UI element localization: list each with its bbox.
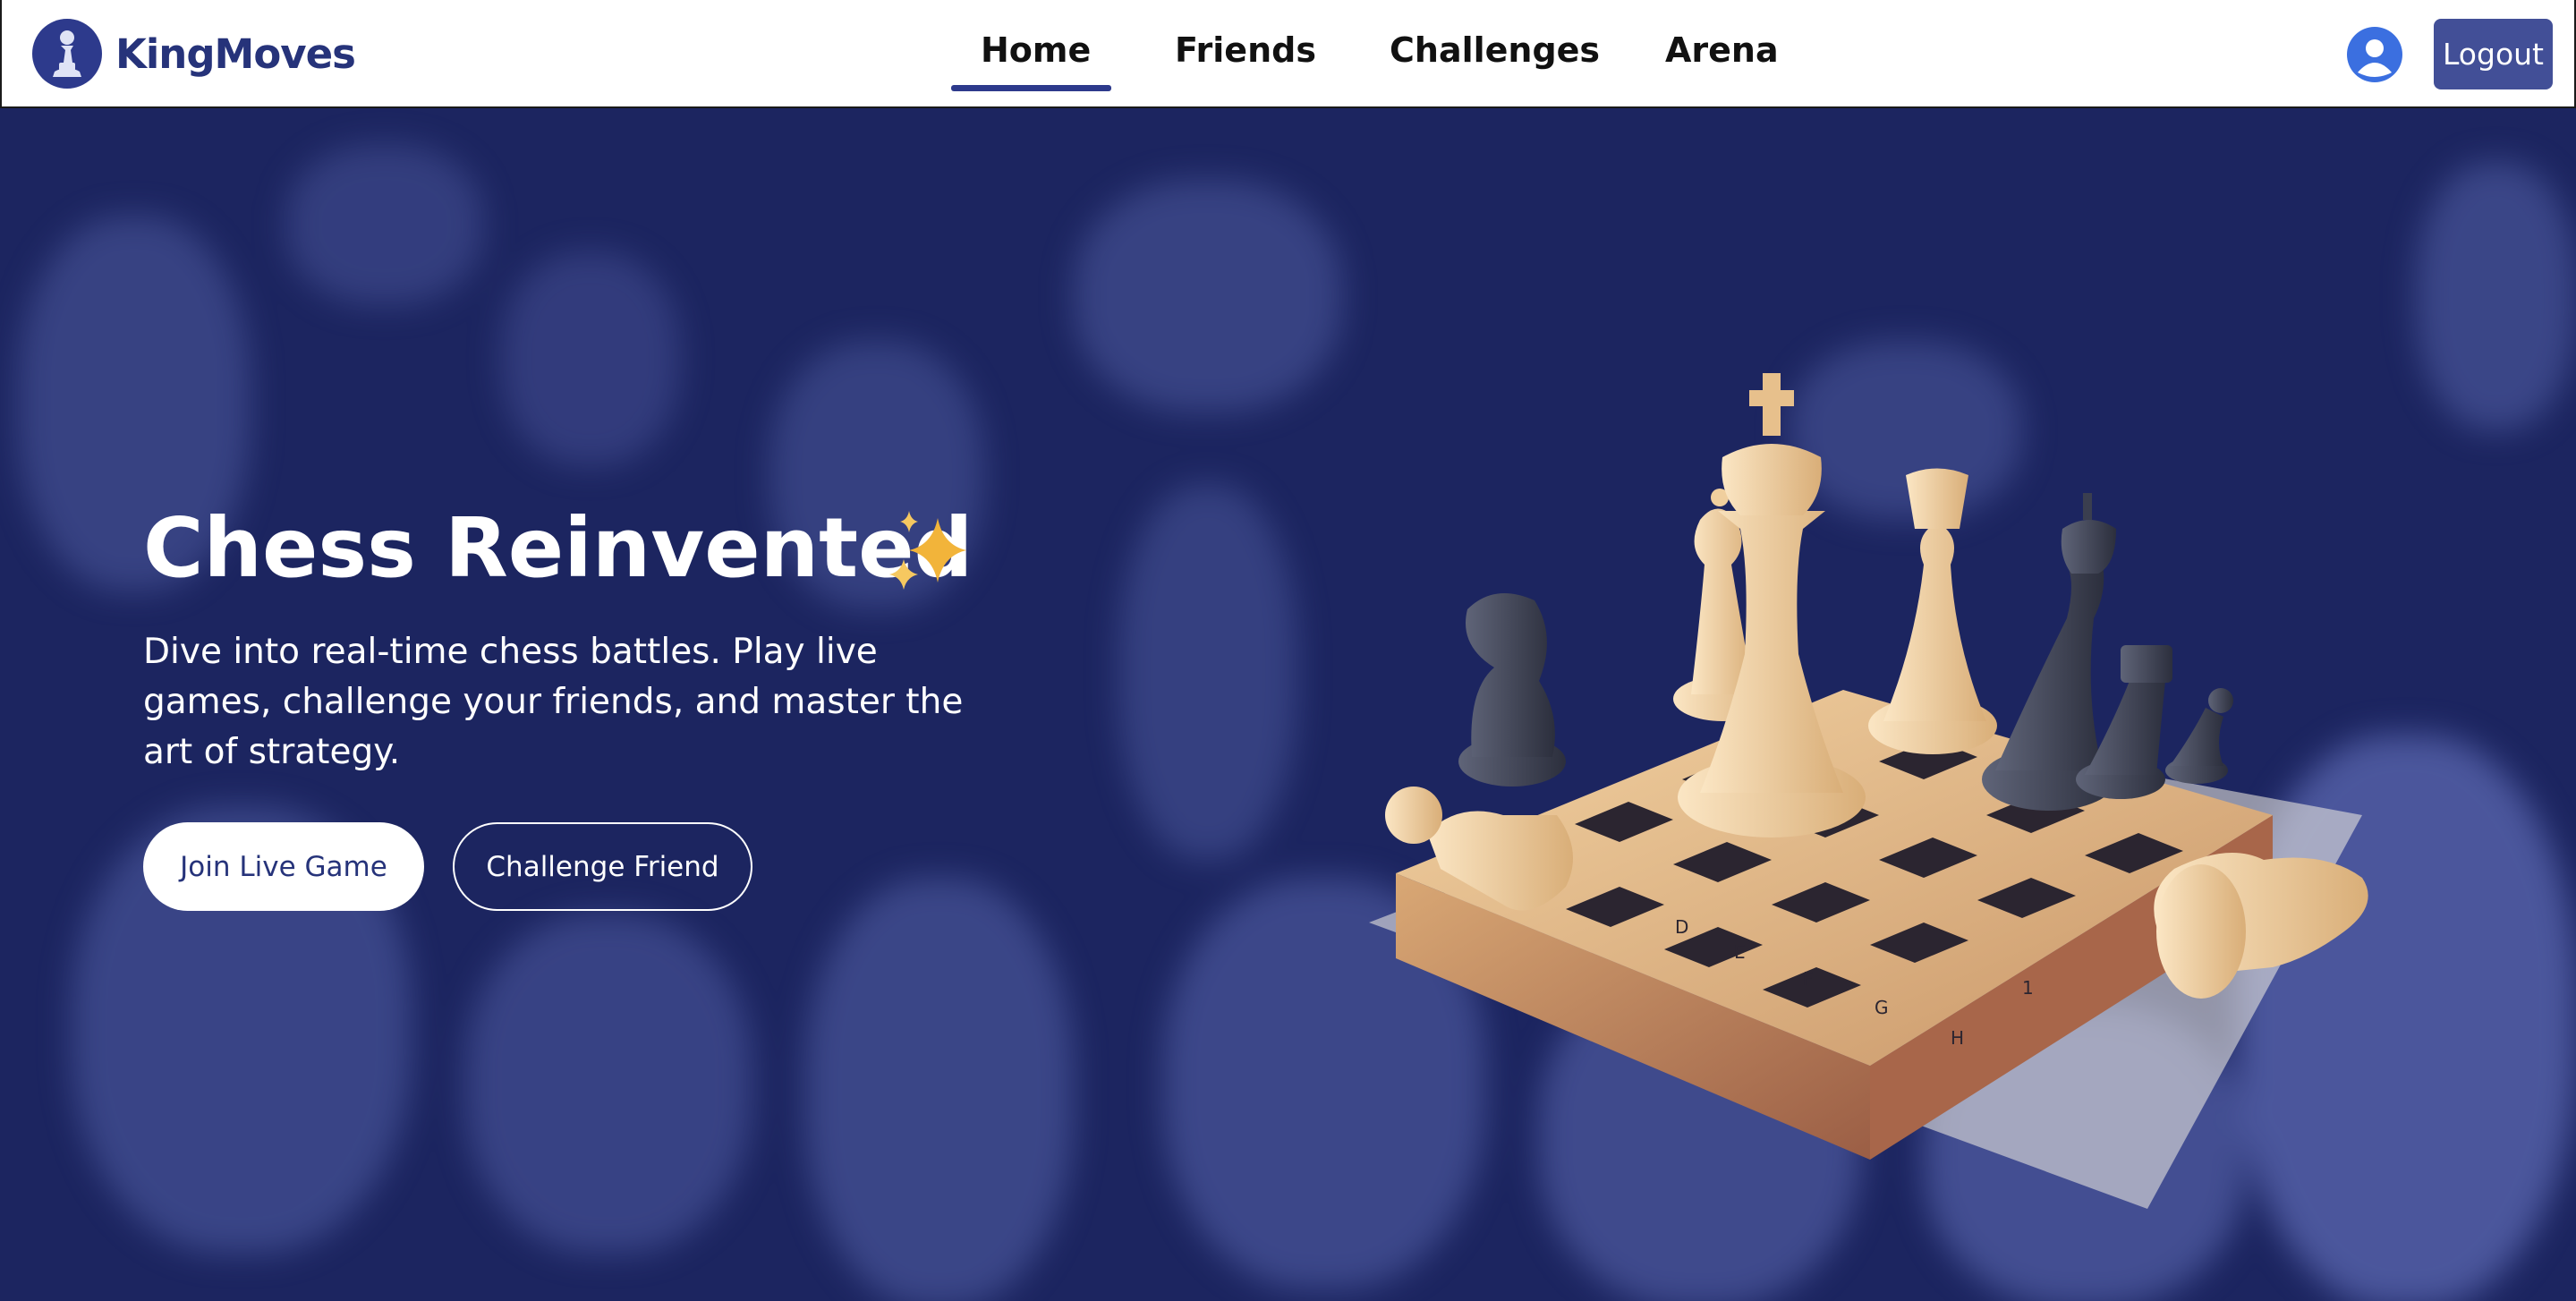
board-file-h: H: [1951, 1027, 1964, 1049]
board-file-d: D: [1675, 916, 1688, 938]
logout-button[interactable]: Logout: [2434, 19, 2553, 89]
user-avatar-icon[interactable]: [2346, 26, 2403, 83]
board-rank-1: 1: [2022, 977, 2034, 999]
dark-knight-piece: [1458, 593, 1566, 787]
join-live-game-button[interactable]: Join Live Game: [143, 822, 424, 911]
nav-active-indicator: [951, 85, 1111, 91]
dark-pawn-piece: [2165, 688, 2233, 784]
board-file-f: F: [1803, 968, 1814, 990]
brand[interactable]: KingMoves: [31, 18, 356, 89]
board-file-e: E: [1734, 941, 1746, 963]
hero-description: Dive into real-time chess battles. Play …: [143, 632, 964, 772]
chess-pawn-logo-icon: [32, 19, 102, 89]
nav-friends[interactable]: Friends: [1175, 30, 1316, 70]
cream-queen-piece: [1868, 468, 1997, 754]
hero-section: Chess Reinvented Dive into real-time che…: [0, 108, 2576, 1301]
brand-name: KingMoves: [115, 30, 356, 78]
top-navbar: KingMoves Home Friends Challenges Arena …: [0, 0, 2576, 108]
chess-board-illustration: D E F G H 1: [1369, 373, 2368, 1209]
board-file-g: G: [1875, 997, 1889, 1018]
nav-home[interactable]: Home: [981, 30, 1091, 70]
nav-arena[interactable]: Arena: [1665, 30, 1779, 70]
sparkles-icon: [889, 511, 966, 590]
nav-challenges[interactable]: Challenges: [1390, 30, 1600, 70]
challenge-friend-button[interactable]: Challenge Friend: [453, 822, 752, 911]
hero-title: Chess Reinvented: [143, 500, 973, 596]
